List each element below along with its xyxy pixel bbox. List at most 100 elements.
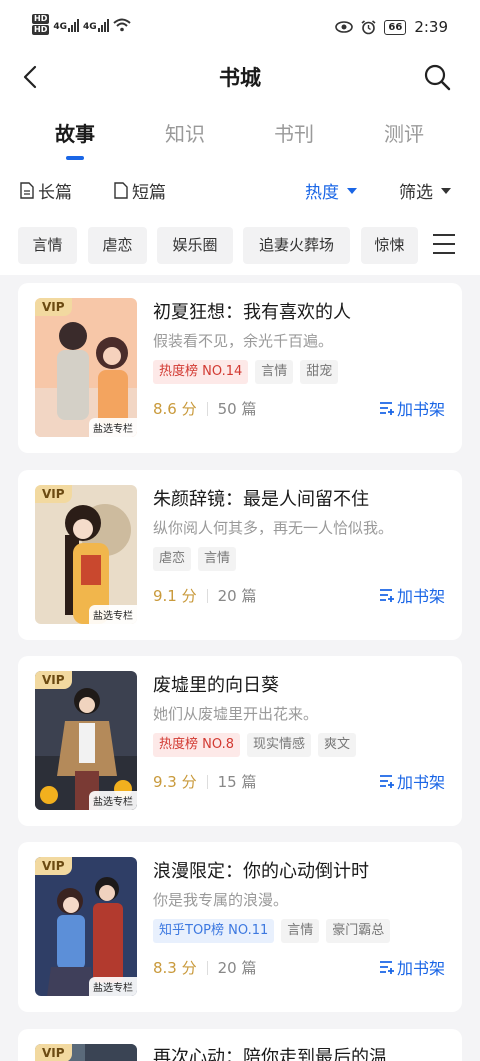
book-description: 纵你阅人何其多，再无一人恰似我。 bbox=[153, 519, 394, 537]
book-title[interactable]: 朱颜辞镜：最是人间留不住 bbox=[153, 485, 369, 511]
cover-illustration bbox=[35, 671, 137, 810]
filter-long-label: 长篇 bbox=[38, 183, 72, 203]
book-title[interactable]: 初夏狂想：我有喜欢的人 bbox=[153, 298, 351, 324]
bookshelf-icon bbox=[379, 402, 394, 415]
add-to-shelf-label: 加书架 bbox=[396, 400, 445, 419]
add-to-shelf-label: 加书架 bbox=[396, 959, 445, 978]
genre-tag: 爽文 bbox=[317, 733, 356, 757]
tab-bar: 故事 知识 书刊 测评 bbox=[0, 118, 480, 168]
book-card[interactable]: VIP 盐选专栏 朱颜辞镜：最是人间留不住 纵你阅人何其多，再无一人恰似我。 虐… bbox=[18, 470, 462, 640]
book-meta: 8.3 分 20 篇 bbox=[153, 957, 256, 978]
cover-illustration bbox=[35, 857, 137, 996]
rank-tag: 知乎TOP榜 NO.11 bbox=[153, 919, 275, 943]
genre-tag: 言情 bbox=[255, 360, 294, 384]
document-icon bbox=[114, 182, 128, 199]
add-to-shelf-label: 加书架 bbox=[396, 773, 445, 792]
status-bar: HD HD 4G 4G 66 2:39 bbox=[0, 0, 480, 58]
book-tags: 热度榜 NO.14 言情 甜宠 bbox=[153, 360, 339, 384]
book-title[interactable]: 浪漫限定：你的心动倒计时 bbox=[153, 857, 369, 883]
menu-icon[interactable] bbox=[432, 232, 456, 256]
book-meta: 9.3 分 15 篇 bbox=[153, 771, 256, 792]
add-to-shelf-button[interactable]: 加书架 bbox=[378, 769, 445, 793]
nav-bar: 书城 bbox=[0, 58, 480, 98]
bookshelf-icon bbox=[379, 961, 394, 974]
divider bbox=[206, 960, 208, 975]
vip-badge: VIP bbox=[35, 298, 72, 316]
book-cover[interactable]: VIP bbox=[35, 1044, 137, 1061]
book-card[interactable]: VIP 盐选专栏 初夏狂想：我有喜欢的人 假装看不见，余光千百遍。 热度榜 NO… bbox=[18, 283, 462, 453]
genre-tag: 言情 bbox=[198, 547, 237, 571]
cover-label: 盐选专栏 bbox=[89, 605, 137, 624]
cover-label: 盐选专栏 bbox=[89, 977, 137, 996]
book-description: 她们从废墟里开出花来。 bbox=[153, 705, 319, 723]
genre-tag: 甜宠 bbox=[300, 360, 339, 384]
add-to-shelf-button[interactable]: 加书架 bbox=[378, 396, 445, 420]
screen-label: 筛选 bbox=[399, 183, 433, 203]
book-title[interactable]: 再次心动：陪你走到最后的温 bbox=[153, 1043, 387, 1061]
sort-dropdown[interactable]: 热度 bbox=[305, 178, 357, 203]
filter-long[interactable]: 长篇 bbox=[20, 178, 72, 203]
book-tags: 知乎TOP榜 NO.11 言情 豪门霸总 bbox=[153, 919, 391, 943]
network-type: 4G bbox=[53, 21, 67, 32]
genre-tag: 虐恋 bbox=[153, 547, 192, 571]
screen-dropdown[interactable]: 筛选 bbox=[399, 178, 451, 203]
genre-tag: 豪门霸总 bbox=[326, 919, 391, 943]
tab-magazines[interactable]: 书刊 bbox=[259, 118, 329, 147]
chevron-down-icon bbox=[347, 187, 357, 194]
network-type: 4G bbox=[83, 21, 97, 32]
tab-stories[interactable]: 故事 bbox=[40, 118, 110, 147]
book-cover[interactable]: VIP 盐选专栏 bbox=[35, 671, 137, 810]
book-score: 8.6 分 bbox=[153, 400, 197, 418]
filter-short[interactable]: 短篇 bbox=[114, 178, 166, 203]
clock: 2:39 bbox=[414, 18, 448, 36]
chip[interactable]: 娱乐圈 bbox=[157, 227, 233, 264]
category-chips: 言情 虐恋 娱乐圈 追妻火葬场 惊悚 bbox=[18, 227, 458, 265]
book-tags: 热度榜 NO.8 现实情感 爽文 bbox=[153, 733, 356, 757]
book-title[interactable]: 废墟里的向日葵 bbox=[153, 671, 279, 697]
status-left: HD HD 4G 4G bbox=[32, 14, 131, 35]
bookshelf-icon bbox=[379, 775, 394, 788]
add-to-shelf-label: 加书架 bbox=[396, 587, 445, 606]
vip-badge: VIP bbox=[35, 1044, 72, 1061]
chip[interactable]: 追妻火葬场 bbox=[243, 227, 350, 264]
filter-short-label: 短篇 bbox=[132, 183, 166, 203]
book-cover[interactable]: VIP 盐选专栏 bbox=[35, 298, 137, 437]
wifi-icon bbox=[112, 18, 131, 31]
cover-illustration bbox=[35, 485, 137, 624]
tab-indicator bbox=[66, 156, 84, 160]
book-tags: 虐恋 言情 bbox=[153, 547, 237, 571]
vip-badge: VIP bbox=[35, 857, 72, 875]
book-card[interactable]: VIP 盐选专栏 浪漫限定：你的心动倒计时 你是我专属的浪漫。 知乎TOP榜 N… bbox=[18, 842, 462, 1012]
book-count: 50 篇 bbox=[217, 400, 257, 418]
divider bbox=[206, 401, 208, 416]
rank-tag: 热度榜 NO.14 bbox=[153, 360, 249, 384]
book-cover[interactable]: VIP 盐选专栏 bbox=[35, 857, 137, 996]
bookshelf-icon bbox=[379, 589, 394, 602]
chip[interactable]: 言情 bbox=[18, 227, 77, 264]
genre-tag: 现实情感 bbox=[246, 733, 311, 757]
book-cover[interactable]: VIP 盐选专栏 bbox=[35, 485, 137, 624]
add-to-shelf-button[interactable]: 加书架 bbox=[378, 583, 445, 607]
book-count: 20 篇 bbox=[217, 959, 257, 977]
vip-badge: VIP bbox=[35, 485, 72, 503]
search-icon[interactable] bbox=[422, 62, 452, 92]
hd-icon: HD HD bbox=[32, 14, 50, 35]
book-description: 你是我专属的浪漫。 bbox=[153, 891, 289, 909]
book-meta: 8.6 分 50 篇 bbox=[153, 398, 256, 419]
divider bbox=[206, 774, 208, 789]
cover-label: 盐选专栏 bbox=[89, 791, 137, 810]
book-count: 15 篇 bbox=[217, 773, 257, 791]
sort-label: 热度 bbox=[305, 183, 339, 203]
add-to-shelf-button[interactable]: 加书架 bbox=[378, 955, 445, 979]
tab-knowledge[interactable]: 知识 bbox=[150, 118, 220, 147]
tab-reviews[interactable]: 测评 bbox=[369, 118, 439, 147]
divider bbox=[206, 588, 208, 603]
book-score: 9.1 分 bbox=[153, 587, 197, 605]
chip[interactable]: 惊悚 bbox=[361, 227, 418, 264]
book-card[interactable]: VIP 盐选专栏 废墟里的向日葵 她们从废墟里开出花来。 热度榜 NO.8 现实… bbox=[18, 656, 462, 826]
filter-bar: 长篇 短篇 热度 筛选 bbox=[0, 178, 480, 206]
book-card[interactable]: VIP 再次心动：陪你走到最后的温 bbox=[18, 1029, 462, 1061]
chip[interactable]: 虐恋 bbox=[88, 227, 147, 264]
rank-tag: 热度榜 NO.8 bbox=[153, 733, 240, 757]
status-right: 66 2:39 bbox=[335, 18, 448, 36]
